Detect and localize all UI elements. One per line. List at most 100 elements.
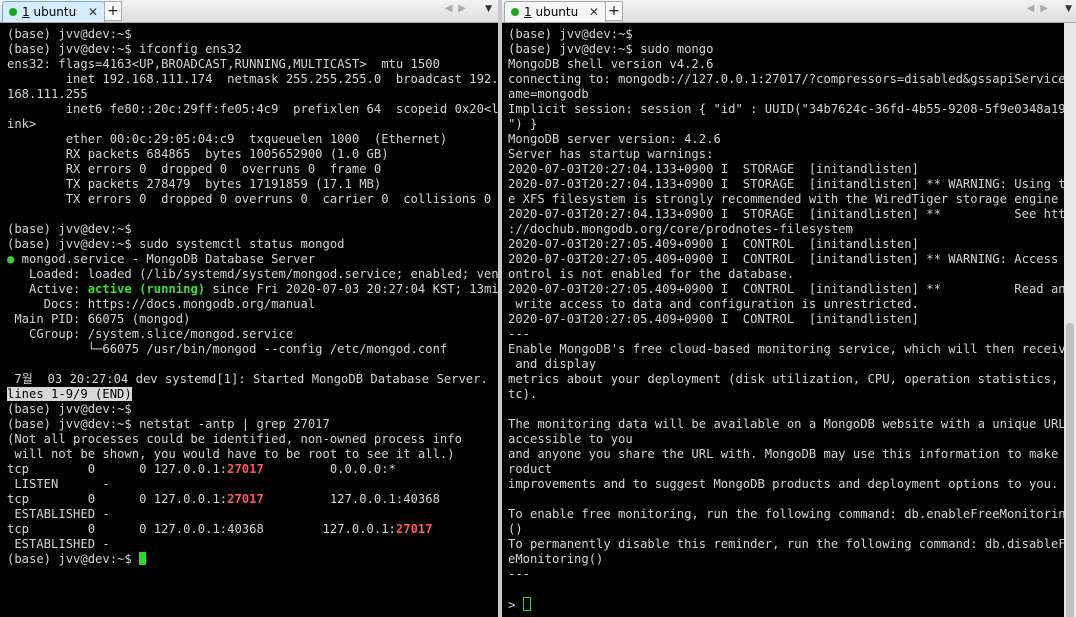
- term-text: └─66075 /usr/bin/mongod --config /etc/mo…: [7, 342, 448, 356]
- term-text: (base) jvv@dev:~$: [7, 27, 132, 41]
- terminal-line: ") }: [508, 117, 1076, 132]
- terminal-line: inet 192.168.111.174 netmask 255.255.255…: [7, 72, 498, 87]
- port-highlight: 27017: [227, 492, 264, 506]
- terminal-line: The monitoring data will be available on…: [508, 417, 1076, 432]
- term-text: 2020-07-03T20:27:04.133+0900 I STORAGE […: [508, 177, 1073, 191]
- terminal-line: 168.111.255: [7, 87, 498, 102]
- term-text: To enable free monitoring, run the follo…: [508, 507, 1073, 521]
- cursor: [522, 597, 531, 611]
- terminal-line: 7월 03 20:27:04 dev systemd[1]: Started M…: [7, 372, 498, 387]
- term-text: tcp 0 0 127.0.0.1:: [7, 462, 228, 476]
- terminal-line: (base) jvv@dev:~$ sudo mongo: [508, 42, 1076, 57]
- new-tab-button[interactable]: +: [104, 1, 122, 21]
- terminal-line: 2020-07-03T20:27:05.409+0900 I CONTROL […: [508, 282, 1076, 297]
- terminal-line: eMonitoring(): [508, 552, 1076, 567]
- terminal-line: ://dochub.mongodb.org/core/prodnotes-fil…: [508, 222, 1076, 237]
- terminal-line: ink>: [7, 117, 498, 132]
- term-text: ESTABLISHED -: [7, 507, 110, 521]
- term-text: 2020-07-03T20:27:05.409+0900 I CONTROL […: [508, 312, 919, 326]
- chevron-down-icon[interactable]: ▼: [1065, 4, 1072, 14]
- tab-bar: 1 ubuntu ✕ + ◀▶ ▼: [0, 0, 498, 23]
- terminal-line: accessible to you: [508, 432, 1076, 447]
- terminal-pane-left[interactable]: 1 ubuntu ✕ + ◀▶ ▼ (base) jvv@dev:~$ (base…: [0, 0, 498, 617]
- term-text: CGroup: /system.slice/mongod.service: [7, 327, 294, 341]
- scrollbar[interactable]: [1064, 23, 1076, 617]
- port-highlight: 27017: [227, 462, 264, 476]
- term-text: and display: [508, 357, 597, 371]
- term-text: (base) jvv@dev:~$: [508, 27, 633, 41]
- term-text: eMonitoring(): [508, 552, 604, 566]
- cursor: [139, 552, 147, 565]
- terminal-line: 2020-07-03T20:27:04.133+0900 I STORAGE […: [508, 207, 1076, 222]
- term-text: TX errors 0 dropped 0 overruns 0 carrier…: [7, 192, 492, 206]
- terminal-line: (Not all processes could be identified, …: [7, 432, 498, 447]
- term-text: e XFS filesystem is strongly recommended…: [508, 192, 1059, 206]
- terminal-line: >: [508, 597, 1076, 612]
- terminal-line: Enable MongoDB's free cloud-based monito…: [508, 342, 1076, 357]
- term-text: (base) jvv@dev:~$ netstat -antp | grep 2…: [7, 417, 330, 431]
- new-tab-button[interactable]: +: [605, 1, 623, 21]
- tab-scroll-arrows-icon[interactable]: ◀▶: [445, 3, 472, 14]
- terminal-line: will not be shown, you would have to be …: [7, 447, 498, 462]
- term-text: improvements and to suggest MongoDB prod…: [508, 477, 1059, 491]
- close-icon[interactable]: ✕: [589, 5, 599, 19]
- term-text: roduct: [508, 462, 553, 476]
- term-text: ether 00:0c:29:05:04:c9 txqueuelen 1000 …: [7, 132, 448, 146]
- term-text: MongoDB shell version v4.2.6: [508, 57, 714, 71]
- terminal-output[interactable]: (base) jvv@dev:~$ (base) jvv@dev:~$ sudo …: [502, 23, 1076, 617]
- terminal-line: (base) jvv@dev:~$: [7, 27, 498, 42]
- mongo-prompt: >: [508, 598, 523, 612]
- tab-ubuntu[interactable]: 1 ubuntu ✕: [504, 1, 606, 22]
- terminal-line: CGroup: /system.slice/mongod.service: [7, 327, 498, 342]
- term-text: (): [508, 522, 523, 536]
- term-text: (Not all processes could be identified, …: [7, 432, 462, 446]
- terminal-line: 2020-07-03T20:27:04.133+0900 I STORAGE […: [508, 177, 1076, 192]
- terminal-line: TX errors 0 dropped 0 overruns 0 carrier…: [7, 192, 498, 207]
- terminal-line: lines 1-9/9 (END): [7, 387, 498, 402]
- tab-ubuntu[interactable]: 1 ubuntu ✕: [2, 1, 105, 22]
- term-text: and anyone you share the URL with. Mongo…: [508, 447, 1073, 461]
- terminal-output[interactable]: (base) jvv@dev:~$ (base) jvv@dev:~$ ifcon…: [0, 23, 498, 617]
- term-text: mongod.service - MongoDB Database Server: [14, 252, 316, 266]
- terminal-line: (): [508, 522, 1076, 537]
- terminal-line: Docs: https://docs.mongodb.org/manual: [7, 297, 498, 312]
- pager-status: lines 1-9/9 (END): [7, 387, 132, 401]
- term-text: will not be shown, you would have to be …: [7, 447, 455, 461]
- terminal-line: inet6 fe80::20c:29ff:fe05:4c9 prefixlen …: [7, 102, 498, 117]
- term-text: 0.0.0.0:*: [263, 462, 396, 476]
- status-dot-icon: [9, 8, 17, 16]
- terminal-line: 2020-07-03T20:27:05.409+0900 I CONTROL […: [508, 237, 1076, 252]
- term-text: inet6 fe80::20c:29ff:fe05:4c9 prefixlen …: [7, 102, 498, 116]
- terminal-line: e XFS filesystem is strongly recommended…: [508, 192, 1076, 207]
- term-text: Active:: [7, 282, 88, 296]
- port-highlight: 27017: [395, 522, 433, 536]
- term-text: ") }: [508, 117, 538, 131]
- tab-scroll-arrows-icon[interactable]: ◀▶: [1027, 3, 1054, 14]
- term-text: ESTABLISHED -: [7, 537, 110, 551]
- terminal-line: connecting to: mongodb://127.0.0.1:27017…: [508, 72, 1076, 87]
- term-text: 7월 03 20:27:04 dev systemd[1]: Started M…: [7, 372, 488, 386]
- terminal-line: improvements and to suggest MongoDB prod…: [508, 477, 1076, 492]
- terminal-line: metrics about your deployment (disk util…: [508, 372, 1076, 387]
- terminal-line: tc).: [508, 387, 1076, 402]
- terminal-line: (base) jvv@dev:~$: [508, 27, 1076, 42]
- term-text: (base) jvv@dev:~$: [7, 402, 132, 416]
- terminal-line: 2020-07-03T20:27:05.409+0900 I CONTROL […: [508, 252, 1076, 267]
- terminal-pane-right[interactable]: 1 ubuntu ✕ + ◀▶ ▼ (base) jvv@dev:~$ (base…: [502, 0, 1076, 617]
- terminal-line: LISTEN -: [7, 477, 498, 492]
- terminal-line: To permanently disable this reminder, ru…: [508, 537, 1076, 552]
- term-text: 168.111.255: [7, 87, 88, 101]
- terminal-line: Loaded: loaded (/lib/systemd/system/mong…: [7, 267, 498, 282]
- term-text: ink>: [7, 117, 37, 131]
- chevron-down-icon[interactable]: ▼: [485, 4, 492, 14]
- close-icon[interactable]: ✕: [88, 5, 98, 19]
- term-text: RX packets 684865 bytes 1005652900 (1.0 …: [7, 147, 389, 161]
- scrollbar-thumb[interactable]: [1066, 323, 1074, 617]
- term-text: tcp 0 0 127.0.0.1:40368 127.0.0.1:: [7, 522, 396, 536]
- terminal-line: To enable free monitoring, run the follo…: [508, 507, 1076, 522]
